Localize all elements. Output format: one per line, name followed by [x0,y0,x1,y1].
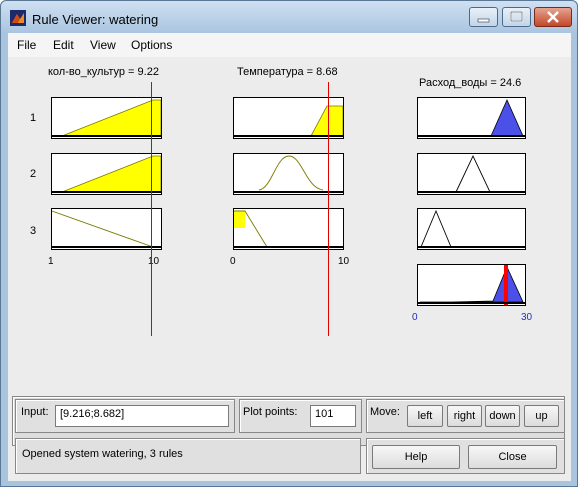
move-down-button[interactable]: down [485,405,520,427]
status-text: Opened system watering, 3 rules [22,448,183,460]
input1-tick-min: 1 [48,256,54,267]
rule-plot-area: кол-во_культур = 9.22 Температура = 8.68… [8,57,571,481]
rule3-input1-mf[interactable] [51,208,162,250]
close-icon [547,11,559,23]
move-label: Move: [370,406,400,418]
input2-tick-min: 0 [230,256,236,267]
rule-viewer-window: Rule Viewer: watering File Edit View Opt… [0,0,578,487]
rule1-input1-mf[interactable] [51,97,162,139]
input1-index-line[interactable] [151,82,152,336]
menu-edit[interactable]: Edit [53,38,74,52]
input1-tick-max: 10 [148,256,160,267]
client-area: File Edit View Options кол-во_культур = … [8,33,571,481]
output-title: Расход_воды = 24.6 [419,77,522,89]
close-button[interactable]: Close [468,445,557,469]
minimize-button[interactable] [469,7,498,27]
move-panel: Move: left right down up [366,399,565,433]
move-left-button[interactable]: left [407,405,443,427]
move-right-button[interactable]: right [447,405,482,427]
rule1-output-mf[interactable] [417,97,526,139]
input2-index-line[interactable] [328,82,329,336]
aggregate-output-plot[interactable] [417,264,526,306]
help-button[interactable]: Help [372,445,460,469]
move-up-button[interactable]: up [524,405,559,427]
plot-points-panel: Plot points: 101 [239,399,362,433]
plot-points-field[interactable]: 101 [310,405,356,427]
menu-file[interactable]: File [17,38,36,52]
title-bar[interactable]: Rule Viewer: watering [1,1,577,33]
plot-points-label: Plot points: [243,406,298,418]
window-title: Rule Viewer: watering [32,12,159,27]
rule-number-2: 2 [30,168,37,180]
menu-bar: File Edit View Options [8,33,571,57]
matlab-app-icon [10,10,26,26]
input-label: Input: [21,406,49,418]
input1-title: кол-во_культур = 9.22 [48,66,159,78]
close-window-button[interactable] [534,7,572,27]
output-tick-max: 30 [521,312,533,323]
rule3-output-mf[interactable] [417,208,526,250]
menu-options[interactable]: Options [131,38,172,52]
maximize-icon [510,11,523,22]
help-close-panel: Help Close [366,438,565,474]
rule-number-1: 1 [30,112,37,124]
menu-view[interactable]: View [90,38,116,52]
output-tick-min: 0 [412,312,418,323]
maximize-button[interactable] [502,7,531,27]
input2-title: Температура = 8.68 [237,66,338,78]
status-panel: Opened system watering, 3 rules [15,438,361,474]
minimize-icon [477,18,490,23]
rule2-output-mf[interactable] [417,153,526,195]
rule-number-3: 3 [30,225,37,237]
input-field[interactable]: [9.216;8.682] [55,405,229,427]
rule2-input1-mf[interactable] [51,153,162,195]
input2-tick-max: 10 [338,256,350,267]
input-panel: Input: [9.216;8.682] [15,399,235,433]
